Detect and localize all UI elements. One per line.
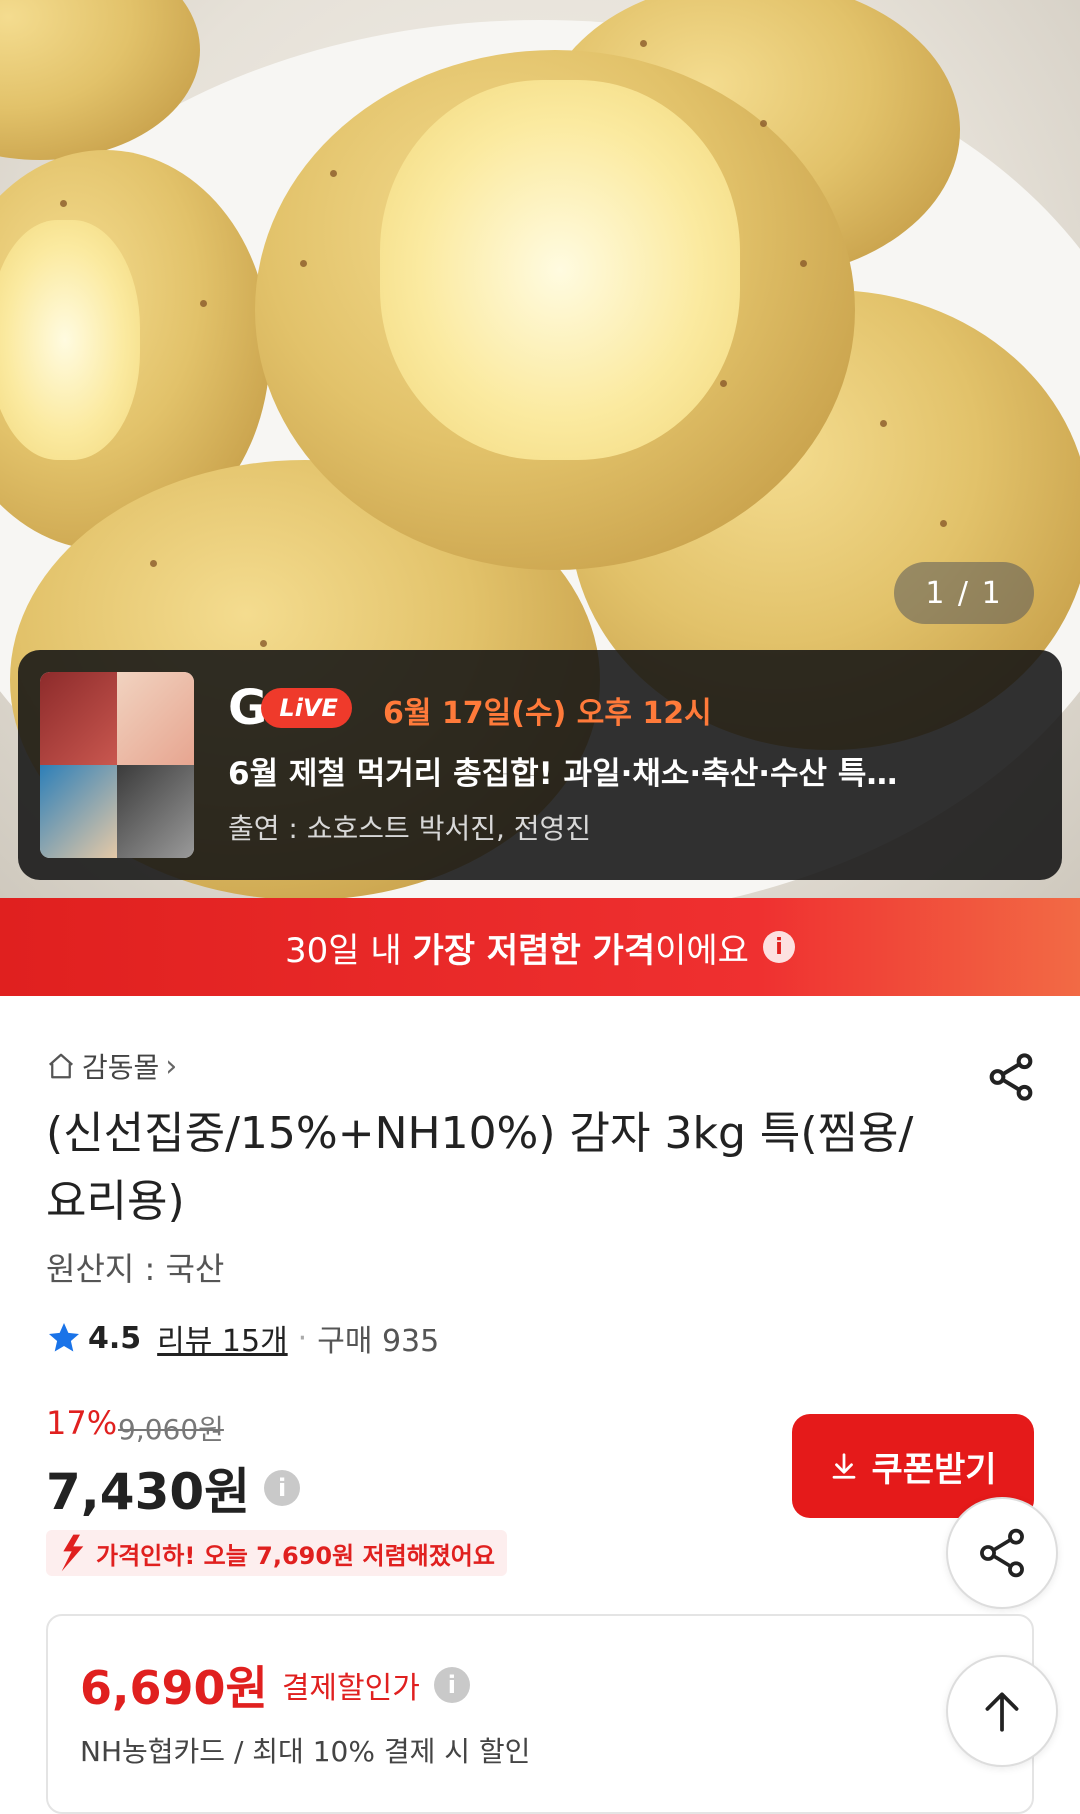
potato-flesh-graphic: [380, 80, 740, 460]
banner-pre: 30일 내: [285, 930, 413, 971]
review-link[interactable]: 리뷰 15개: [157, 1316, 288, 1360]
purchase-count: 구매 935: [317, 1324, 440, 1359]
coupon-label: 쿠폰받기: [871, 1449, 997, 1490]
live-date: 6월 17일(수) 오후 12시: [383, 696, 712, 731]
card-price-row: 6,690원 결제할인가 i: [80, 1652, 470, 1718]
product-image[interactable]: 1 / 1 G LiVE 6월 17일(수) 오후 12시 6월 제철 먹거리 …: [0, 0, 1080, 898]
home-icon: [49, 1053, 73, 1079]
original-price: 9,060원: [118, 1413, 224, 1446]
star-icon: [49, 1323, 79, 1352]
rating-row: 4.5 리뷰 15개 · 구매 935: [46, 1316, 439, 1360]
card-price: 6,690원: [80, 1661, 268, 1715]
chevron-right-icon: ›: [165, 1048, 178, 1084]
live-cast: 출연 : 쇼호스트 박서진, 전영진: [228, 812, 592, 845]
live-banner[interactable]: G LiVE 6월 17일(수) 오후 12시 6월 제철 먹거리 총집합! 과…: [18, 650, 1062, 880]
price-drop-text: 가격인하! 오늘 7,690원 저렴해졌어요: [96, 1541, 495, 1570]
download-icon: [833, 1453, 856, 1479]
breadcrumb[interactable]: 감동몰 ›: [46, 1046, 177, 1086]
product-title: (신선집중/15%+NH10%) 감자 3kg 특(찜용/요리용): [46, 1108, 914, 1227]
share-icon[interactable]: [984, 1050, 1038, 1104]
sale-price: 7,430원 i: [46, 1452, 301, 1524]
live-thumbnail: [40, 672, 194, 858]
info-icon[interactable]: i: [264, 1470, 301, 1506]
info-icon[interactable]: i: [433, 1667, 470, 1703]
glive-logo-live: LiVE: [261, 688, 352, 728]
sale-price-value: 7,430원: [46, 1463, 251, 1521]
floating-share-button[interactable]: [946, 1497, 1058, 1609]
banner-bold: 가장 저렴한 가격: [412, 930, 656, 971]
card-price-label: 결제할인가: [281, 1671, 420, 1706]
potato-flesh-graphic: [0, 220, 140, 460]
glive-logo: G LiVE: [228, 684, 352, 732]
info-icon[interactable]: i: [762, 931, 795, 963]
share-icon: [980, 1528, 1024, 1578]
banner-post: 이에요: [655, 930, 749, 971]
product-origin: 원산지 : 국산: [46, 1250, 225, 1288]
breadcrumb-label: 감동몰: [82, 1051, 160, 1084]
arrow-up-icon: [985, 1692, 1019, 1732]
card-subtitle: NH농협카드 / 최대 10% 결제 시 할인: [80, 1735, 531, 1768]
rating-score: 4.5: [88, 1320, 142, 1356]
lowest-price-banner[interactable]: 30일 내 가장 저렴한 가격 이에요 i: [0, 898, 1080, 996]
discount-rate: 17%: [46, 1404, 118, 1442]
down-arrow-icon: [61, 1534, 84, 1572]
image-counter: 1 / 1: [894, 562, 1034, 624]
payment-discount-card[interactable]: 6,690원 결제할인가 i NH농협카드 / 최대 10% 결제 시 할인: [46, 1614, 1034, 1814]
scroll-top-button[interactable]: [946, 1655, 1058, 1767]
separator-dot: ·: [297, 1320, 308, 1356]
price-drop-badge: 가격인하! 오늘 7,690원 저렴해졌어요: [46, 1530, 507, 1576]
live-title: 6월 제철 먹거리 총집합! 과일·채소·축산·수산 특…: [228, 756, 898, 792]
